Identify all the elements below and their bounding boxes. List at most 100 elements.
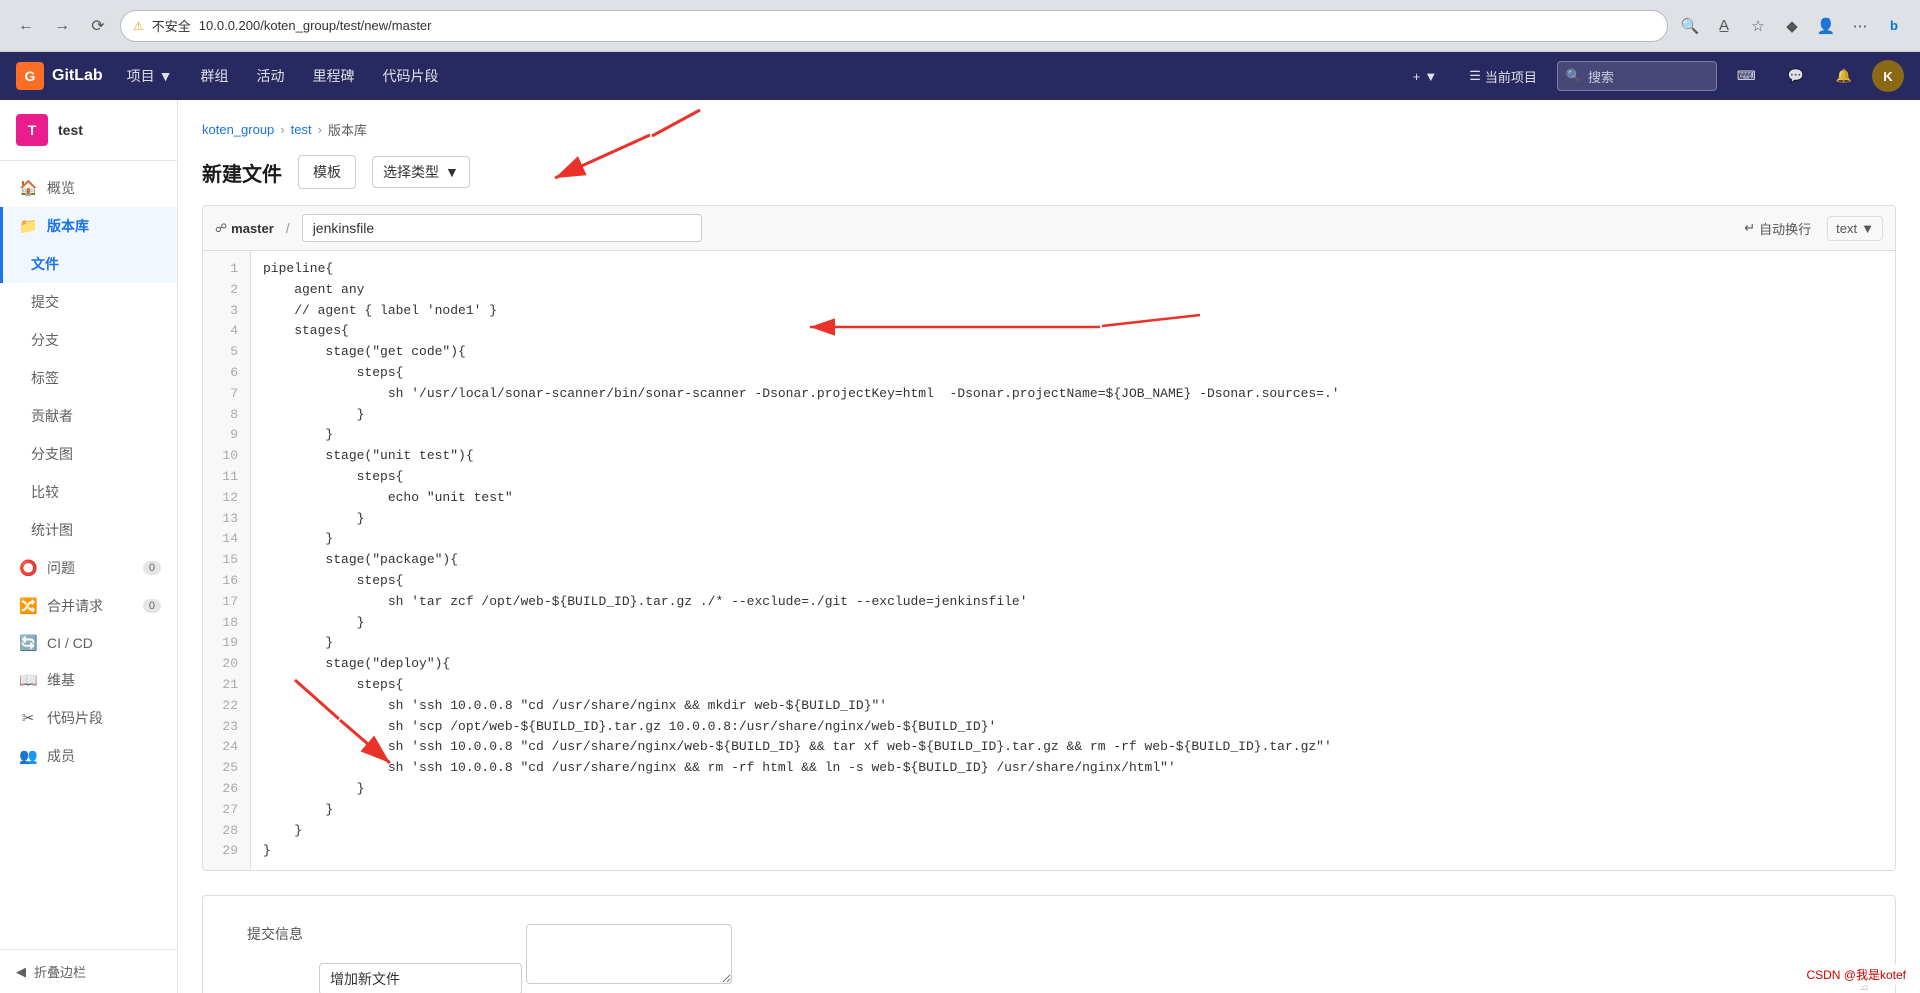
translate-btn[interactable]: A̲ — [1710, 12, 1738, 40]
more-btn[interactable]: ⋯ — [1846, 12, 1874, 40]
branch-icon: ☍ — [215, 221, 227, 235]
text-type-chevron: ▼ — [1861, 221, 1874, 236]
csdn-watermark: CSDN @我是kotef — [1800, 964, 1912, 985]
dropdown-icon: ▼ — [445, 164, 459, 180]
collapse-sidebar-btn[interactable]: ◀ 折叠边栏 — [0, 949, 177, 993]
code-line-1: pipeline{ — [263, 259, 1883, 280]
sidebar-item-repository[interactable]: 📁 版本库 — [0, 207, 177, 245]
commit-message-row: 提交信息 ⊿ — [223, 916, 1875, 993]
back-button[interactable]: ← — [12, 12, 40, 40]
nav-item-snippets[interactable]: 代码片段 — [371, 58, 451, 94]
security-label: 不安全 — [152, 16, 191, 35]
breadcrumb-current: 版本库 — [328, 120, 367, 139]
sidebar-item-wiki[interactable]: 📖 维基 — [0, 661, 177, 699]
code-line-7: sh '/usr/local/sonar-scanner/bin/sonar-s… — [263, 384, 1883, 405]
gitlab-logo-text: GitLab — [52, 67, 103, 85]
merge-requests-badge: 0 — [143, 599, 161, 613]
code-line-2: agent any — [263, 280, 1883, 301]
collapse-icon: ◀ — [16, 964, 26, 980]
commit-description-textarea[interactable] — [526, 924, 732, 984]
project-avatar: T — [16, 114, 48, 146]
line-numbers: 1 2 3 4 5 6 7 8 9 10 11 12 13 14 15 16 1 — [203, 251, 251, 870]
page-header: 新建文件 模板 选择类型 ▼ — [202, 155, 1896, 189]
nav-notifications-btn[interactable]: 🔔 — [1824, 62, 1864, 90]
nav-item-projects[interactable]: 项目 ▼ — [115, 58, 185, 94]
global-search[interactable]: 🔍 搜索 — [1557, 61, 1717, 91]
sidebar-item-snippets[interactable]: ✂ 代码片段 — [0, 699, 177, 737]
sidebar: T test 🏠 概览 📁 版本库 文件 提交 分支 标签 — [0, 100, 178, 993]
nav-chat-btn[interactable]: 💬 — [1776, 62, 1816, 90]
code-line-29: } — [263, 841, 1883, 862]
code-line-6: steps{ — [263, 363, 1883, 384]
user-avatar[interactable]: K — [1872, 60, 1904, 92]
filename-input[interactable] — [302, 214, 702, 242]
nav-item-milestones[interactable]: 里程碑 — [301, 58, 367, 94]
edge-btn[interactable]: b — [1880, 12, 1908, 40]
type-select[interactable]: 选择类型 ▼ — [372, 156, 470, 188]
add-new-btn[interactable]: + ▼ — [1401, 63, 1449, 90]
code-line-14: } — [263, 529, 1883, 550]
sidebar-item-contributors[interactable]: 贡献者 — [0, 397, 177, 435]
sidebar-item-commits[interactable]: 提交 — [0, 283, 177, 321]
gitlab-logo[interactable]: G GitLab — [16, 62, 103, 90]
sidebar-item-files[interactable]: 文件 — [0, 245, 177, 283]
code-editor[interactable]: 1 2 3 4 5 6 7 8 9 10 11 12 13 14 15 16 1 — [203, 251, 1895, 870]
sidebar-item-issues[interactable]: ⭕ 问题 0 — [0, 549, 177, 587]
nav-item-groups[interactable]: 群组 — [189, 58, 241, 94]
code-line-13: } — [263, 509, 1883, 530]
issues-badge: 0 — [143, 561, 161, 575]
code-line-4: stages{ — [263, 321, 1883, 342]
breadcrumb-koten-group[interactable]: koten_group — [202, 122, 274, 137]
code-content[interactable]: pipeline{ agent any // agent { label 'no… — [251, 251, 1895, 870]
sidebar-item-overview[interactable]: 🏠 概览 — [0, 169, 177, 207]
code-line-12: echo "unit test" — [263, 488, 1883, 509]
members-icon: 👥 — [19, 747, 37, 765]
sidebar-section-main: 🏠 概览 📁 版本库 文件 提交 分支 标签 贡献者 — [0, 161, 177, 783]
editor-right-actions: ↵ 自动换行 text ▼ — [1736, 215, 1883, 242]
sidebar-item-tags[interactable]: 标签 — [0, 359, 177, 397]
extensions-btn[interactable]: ◆ — [1778, 12, 1806, 40]
sidebar-item-members[interactable]: 👥 成员 — [0, 737, 177, 775]
sidebar-item-branches[interactable]: 分支 — [0, 321, 177, 359]
code-line-28: } — [263, 821, 1883, 842]
nav-item-activity[interactable]: 活动 — [245, 58, 297, 94]
code-line-19: } — [263, 633, 1883, 654]
sidebar-project-header[interactable]: T test — [0, 100, 177, 161]
cicd-icon: 🔄 — [19, 634, 37, 652]
search-browser-btn[interactable]: 🔍 — [1676, 12, 1704, 40]
home-icon: 🏠 — [19, 179, 37, 197]
bookmark-star-btn[interactable]: ☆ — [1744, 12, 1772, 40]
sidebar-item-charts[interactable]: 统计图 — [0, 511, 177, 549]
breadcrumb-test[interactable]: test — [291, 122, 312, 137]
code-line-21: steps{ — [263, 675, 1883, 696]
search-icon: 🔍 — [1566, 68, 1582, 84]
template-button[interactable]: 模板 — [298, 155, 356, 189]
code-line-23: sh 'scp /opt/web-${BUILD_ID}.tar.gz 10.0… — [263, 717, 1883, 738]
auto-wrap-button[interactable]: ↵ 自动换行 — [1736, 215, 1819, 242]
nav-keyboard-btn[interactable]: ⌨ — [1725, 62, 1768, 90]
code-line-27: } — [263, 800, 1883, 821]
sidebar-item-merge-requests[interactable]: 🔀 合并请求 0 — [0, 587, 177, 625]
current-project-btn[interactable]: ☰ 当前项目 — [1457, 61, 1549, 92]
code-line-22: sh 'ssh 10.0.0.8 "cd /usr/share/nginx &&… — [263, 696, 1883, 717]
sidebar-item-cicd[interactable]: 🔄 CI / CD — [0, 625, 177, 661]
code-line-26: } — [263, 779, 1883, 800]
refresh-button[interactable]: ⟳ — [84, 12, 112, 40]
merge-icon: 🔀 — [19, 597, 37, 615]
code-line-11: steps{ — [263, 467, 1883, 488]
content-area: koten_group › test › 版本库 新建文件 模板 选择类型 ▼ … — [178, 100, 1920, 993]
code-line-8: } — [263, 405, 1883, 426]
code-line-5: stage("get code"){ — [263, 342, 1883, 363]
forward-button[interactable]: → — [48, 12, 76, 40]
sidebar-item-network[interactable]: 分支图 — [0, 435, 177, 473]
profile-btn[interactable]: 👤 — [1812, 12, 1840, 40]
sidebar-item-compare[interactable]: 比较 — [0, 473, 177, 511]
file-editor-container: ☍ master / ↵ 自动换行 text ▼ — [202, 205, 1896, 871]
code-line-15: stage("package"){ — [263, 550, 1883, 571]
commit-message-input[interactable] — [319, 963, 522, 993]
project-name: test — [58, 122, 83, 138]
code-line-9: } — [263, 425, 1883, 446]
address-bar[interactable]: ⚠ 不安全 10.0.0.200/koten_group/test/new/ma… — [120, 10, 1668, 42]
branch-name: master — [231, 221, 274, 236]
text-type-button[interactable]: text ▼ — [1827, 216, 1883, 241]
